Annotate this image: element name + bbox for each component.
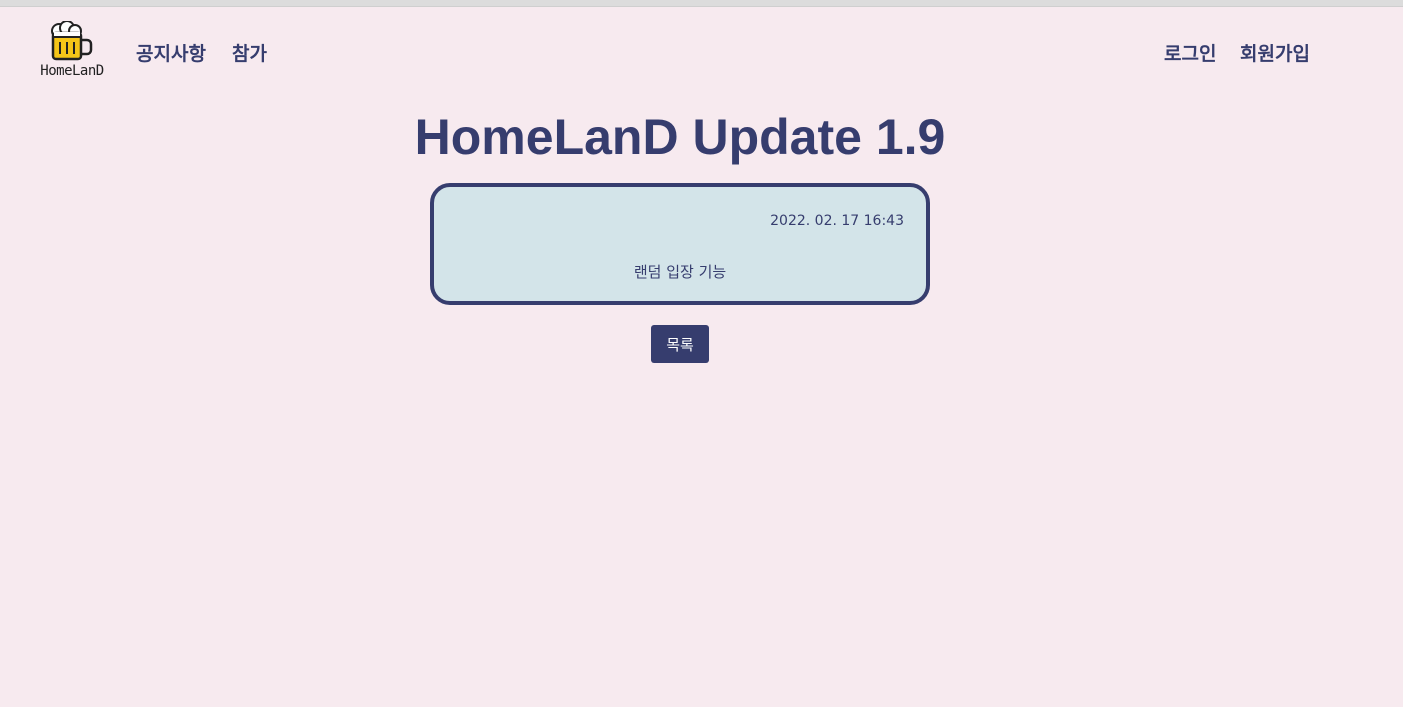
list-button[interactable]: 목록	[651, 325, 709, 363]
nav-notice-link[interactable]: 공지사항	[136, 39, 206, 66]
beer-mug-icon	[51, 21, 93, 61]
nav-login-link[interactable]: 로그인	[1164, 39, 1216, 66]
navigation-bar: HomeLanD 공지사항 참가 로그인 회원가입	[0, 7, 1403, 87]
post-title: HomeLanD Update 1.9	[414, 109, 946, 165]
logo-text: HomeLanD	[40, 63, 104, 79]
site-logo[interactable]: HomeLanD	[30, 21, 114, 85]
browser-top-strip	[0, 0, 1403, 7]
nav-signup-link[interactable]: 회원가입	[1240, 39, 1310, 66]
post-body: 랜덤 입장 기능	[633, 263, 727, 281]
nav-join-link[interactable]: 참가	[232, 39, 267, 66]
post-date: 2022. 02. 17 16:43	[770, 213, 904, 229]
post-card: 2022. 02. 17 16:43 랜덤 입장 기능	[430, 183, 930, 305]
